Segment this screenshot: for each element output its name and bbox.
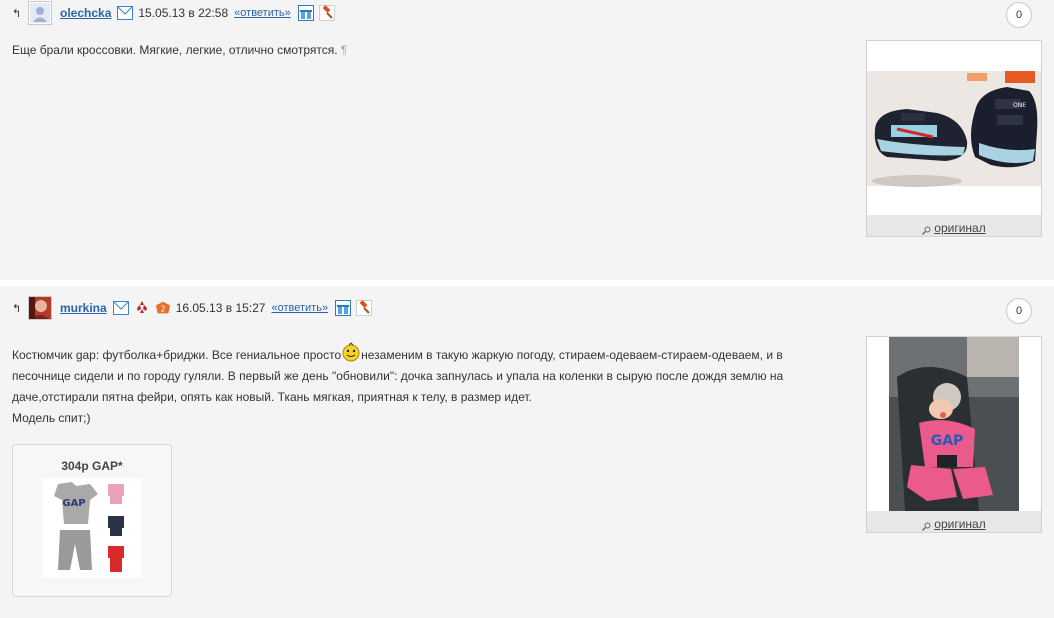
comment-header: ↰ olechcka 15.05.13 в 22:58 «ответить»	[12, 1, 340, 25]
comment-line-3: песочнице сидели и по городу гуляли. В п…	[12, 369, 784, 383]
comment-text: Еще брали кроссовки. Мягкие, легкие, отл…	[12, 40, 812, 61]
comment-count-badge[interactable]: 0	[1006, 2, 1032, 28]
original-link-row: оригинал	[867, 221, 1041, 236]
comment-line-1: Костюмчик gap: футболка+бриджи. Все гени…	[12, 348, 342, 362]
username-link[interactable]: olechcka	[60, 6, 111, 20]
magnifier-icon	[922, 520, 931, 532]
product-card[interactable]: 304р GAP* GAP	[12, 444, 172, 597]
pilcrow-mark: ¶	[340, 43, 348, 57]
sneakers-photo[interactable]: ONE	[867, 41, 1041, 215]
original-link[interactable]: оригинал	[934, 517, 985, 531]
original-link-row: оригинал	[867, 517, 1041, 532]
gift-icon[interactable]	[335, 300, 352, 316]
product-title[interactable]: 304р GAP*	[13, 459, 171, 473]
svg-text:GAP: GAP	[62, 498, 85, 509]
comment-line-5: Модель спит;)	[12, 411, 91, 425]
club-icon[interactable]	[134, 300, 150, 316]
reply-link[interactable]: «ответить»	[234, 7, 291, 19]
comment-olechcka: ↰ olechcka 15.05.13 в 22:58 «ответить» 0…	[0, 0, 1054, 280]
comment-date: 15.05.13 в 22:58	[138, 6, 229, 20]
avatar[interactable]	[28, 296, 52, 320]
gift-icon[interactable]	[297, 5, 314, 21]
comment-line-4: даче,отстирали пятна фейри, опять как но…	[12, 390, 532, 404]
comment-date: 16.05.13 в 15:27	[175, 301, 266, 315]
comment-line-2: незаменим в такую жаркую погоду, стираем…	[361, 348, 783, 362]
comment-body: Еще брали кроссовки. Мягкие, легкие, отл…	[12, 43, 338, 57]
gavel-icon[interactable]	[318, 5, 335, 21]
user-avatar-icon[interactable]	[28, 1, 52, 25]
comment-text: Костюмчик gap: футболка+бриджи. Все гени…	[12, 342, 812, 429]
comment-header: ↰ murkina 2 16.05.13 в 15:27 «ответить»	[12, 296, 377, 320]
reply-arrow-icon[interactable]: ↰	[12, 7, 26, 20]
reply-link[interactable]: «ответить»	[271, 302, 328, 314]
svg-text:ONE: ONE	[1013, 102, 1026, 109]
original-link[interactable]: оригинал	[934, 221, 985, 235]
message-icon[interactable]	[112, 300, 129, 316]
photo-attachment[interactable]: GAP оригинал	[866, 336, 1042, 533]
comment-count-badge[interactable]: 0	[1006, 298, 1032, 324]
rank-badge-icon[interactable]: 2	[155, 300, 171, 316]
photo-attachment[interactable]: ONE оригинал	[866, 40, 1042, 237]
magnifier-icon	[922, 224, 931, 236]
gavel-icon[interactable]	[356, 300, 373, 316]
reply-arrow-icon[interactable]: ↰	[12, 302, 26, 315]
svg-text:GAP: GAP	[931, 433, 964, 449]
message-icon[interactable]	[117, 5, 134, 21]
comment-murkina: ↰ murkina 2 16.05.13 в 15:27 «ответить» …	[0, 286, 1054, 618]
username-link[interactable]: murkina	[60, 301, 107, 315]
product-image[interactable]: GAP	[42, 478, 142, 578]
rank-badge-number: 2	[160, 305, 165, 314]
child-carseat-photo[interactable]: GAP	[867, 337, 1041, 511]
smiley-icon	[341, 342, 361, 362]
